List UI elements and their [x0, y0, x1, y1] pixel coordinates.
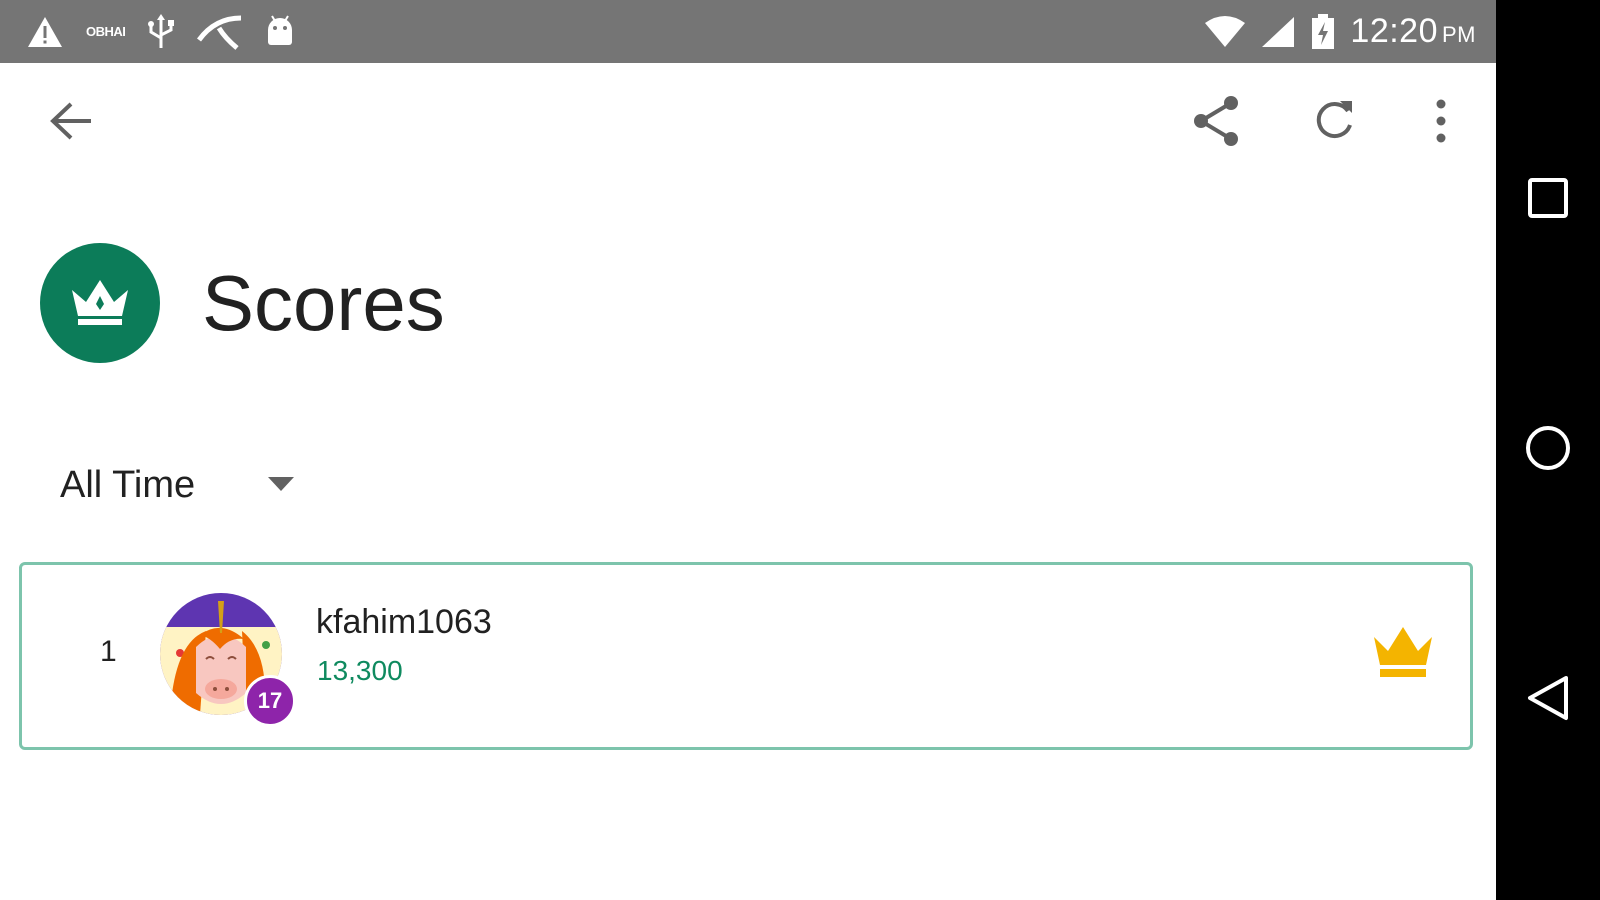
page-title: Scores: [202, 258, 445, 347]
refresh-icon: [1312, 99, 1356, 148]
status-bar-system: 12:20 PM: [1204, 0, 1476, 63]
system-nav-bar: [1496, 0, 1600, 900]
share-button[interactable]: [1186, 93, 1246, 153]
wifi-icon: [1204, 15, 1246, 49]
more-options-button[interactable]: [1411, 93, 1471, 153]
nav-back-button[interactable]: [1496, 660, 1600, 740]
android-icon: [265, 14, 295, 50]
back-button[interactable]: [41, 93, 101, 153]
refresh-button[interactable]: [1304, 93, 1364, 153]
recents-square-icon: [1527, 177, 1569, 224]
recents-button[interactable]: [1496, 160, 1600, 240]
carrier-label: OBHAI: [86, 24, 126, 39]
page-header: Scores: [40, 242, 445, 364]
signal-icon: [1260, 15, 1296, 49]
screen: OBHAI 12:20 PM Scores All Time 1 17 kfah…: [0, 0, 1600, 900]
home-circle-icon: [1525, 425, 1571, 476]
player-score: 13,300: [317, 655, 403, 686]
more-vert-icon: [1435, 99, 1447, 148]
leaderboard-entry[interactable]: 1 17 kfahim1063 13,300: [19, 562, 1473, 750]
share-icon: [1191, 95, 1241, 152]
dropdown-arrow-icon: [268, 477, 294, 496]
status-time-ampm: PM: [1442, 22, 1476, 47]
warning-icon: [26, 15, 64, 49]
carrier-app-icon: [197, 14, 243, 50]
status-time: 12:20 PM: [1350, 12, 1476, 51]
level-badge: 17: [244, 675, 296, 727]
rank-number: 1: [100, 635, 117, 668]
player-name: kfahim1063: [316, 603, 492, 641]
status-bar-notifications: OBHAI: [26, 0, 295, 63]
back-triangle-icon: [1526, 674, 1570, 727]
status-time-value: 12:20: [1350, 12, 1438, 50]
app-bar: [0, 63, 1496, 183]
scores-badge: [40, 243, 160, 363]
crown-icon: [68, 276, 132, 331]
back-arrow-icon: [49, 101, 93, 146]
home-button[interactable]: [1496, 410, 1600, 490]
crown-icon: [1372, 625, 1434, 684]
time-filter-label: All Time: [60, 463, 196, 506]
status-bar: OBHAI 12:20 PM: [0, 0, 1496, 63]
time-filter-dropdown[interactable]: All Time: [50, 450, 310, 520]
battery-charging-icon: [1310, 13, 1336, 50]
usb-icon: [147, 13, 175, 50]
